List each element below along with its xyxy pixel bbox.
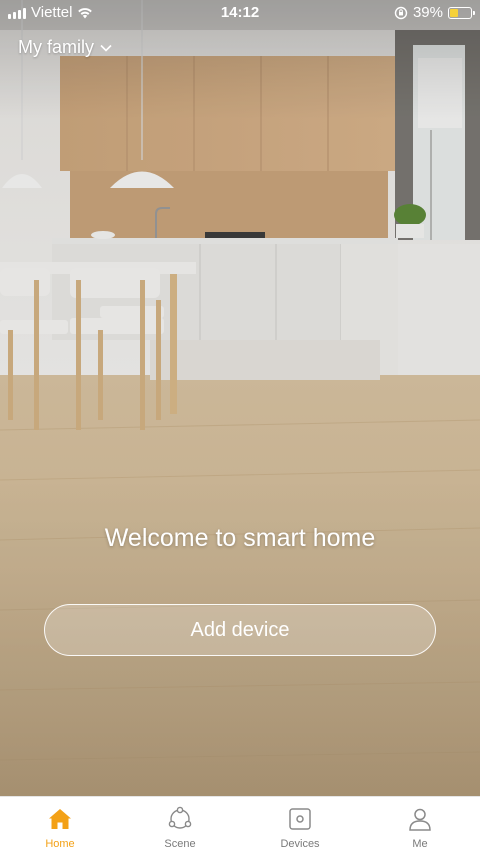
tab-devices-label: Devices xyxy=(280,838,320,850)
chevron-down-icon xyxy=(100,44,112,52)
home-icon xyxy=(49,809,71,829)
bottom-tab-bar: Home Scene Devices Me xyxy=(0,796,480,853)
devices-icon xyxy=(289,808,311,830)
battery-charging-icon xyxy=(448,6,475,19)
scene-icon xyxy=(168,806,192,829)
orientation-lock-icon xyxy=(394,6,408,19)
status-bar: Viettel 14:12 39% xyxy=(0,0,480,26)
add-device-button[interactable]: Add device xyxy=(44,604,436,656)
family-label: My family xyxy=(18,37,94,57)
background-kitchen-image xyxy=(0,0,480,796)
family-selector[interactable]: My family xyxy=(18,37,112,58)
tab-home[interactable]: Home xyxy=(0,797,120,853)
tab-scene-label: Scene xyxy=(164,838,196,850)
battery-percent: 39% xyxy=(412,4,443,21)
tab-home-label: Home xyxy=(45,838,75,850)
tab-scene[interactable]: Scene xyxy=(120,797,240,853)
tab-me-label: Me xyxy=(412,838,428,850)
battery-level-fill xyxy=(450,8,458,17)
person-icon xyxy=(409,808,431,831)
status-right: 39% xyxy=(394,4,475,21)
tab-devices[interactable]: Devices xyxy=(240,797,360,853)
add-device-label: Add device xyxy=(190,618,290,641)
welcome-text: Welcome to smart home xyxy=(104,524,376,552)
tab-me[interactable]: Me xyxy=(360,797,480,853)
